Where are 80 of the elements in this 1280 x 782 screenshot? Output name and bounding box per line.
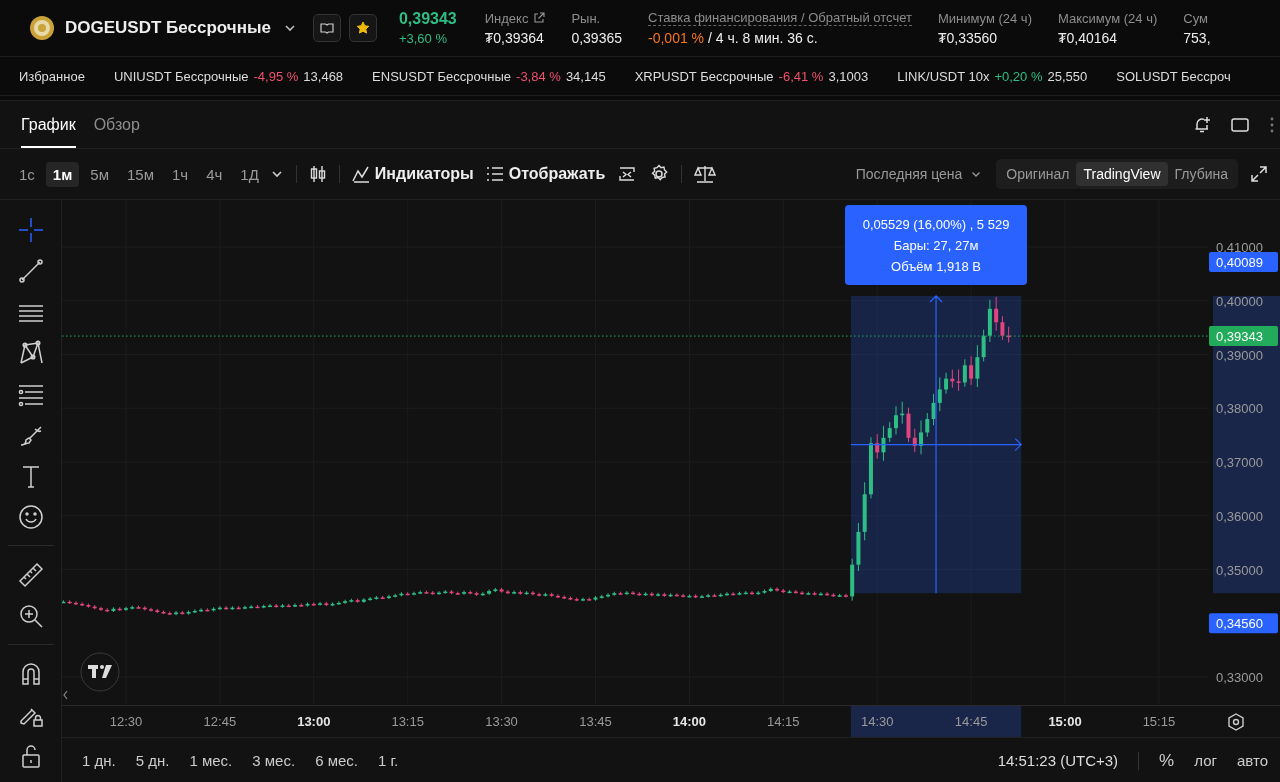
stat-value: ₮0,33560 bbox=[937, 29, 999, 46]
stat-value: 0,39365 bbox=[571, 29, 622, 46]
axis-label: 15:15 bbox=[1142, 714, 1176, 729]
stat-value: 753, bbox=[1183, 29, 1211, 46]
ticker-symbol[interactable]: XRPUSDT Бессрочные bbox=[634, 68, 774, 84]
tab[interactable]: График bbox=[21, 101, 76, 148]
axis-label: 0,38000 bbox=[1216, 401, 1263, 417]
axis-label: 13:00 bbox=[297, 714, 331, 729]
axis-label: 14:15 bbox=[767, 714, 800, 729]
axis-label: 13:30 bbox=[485, 714, 518, 729]
stat-value: ₮0,40164 bbox=[1058, 29, 1119, 46]
ticker-price: 13,468 bbox=[303, 68, 344, 84]
last-price: 0,39343 bbox=[398, 10, 457, 28]
countdown: / 4 ч. 8 мин. 36 с. bbox=[708, 30, 818, 46]
ticker-price: 25,550 bbox=[1047, 68, 1088, 84]
price-change: +3,60 % bbox=[398, 31, 448, 46]
measure-text: 0,05529 (16,00%) , 5 529 bbox=[862, 216, 1010, 232]
interval-button[interactable]: 1с bbox=[12, 161, 42, 187]
view-option[interactable]: TradingView bbox=[1076, 162, 1168, 186]
stat-label: Сум bbox=[1183, 10, 1208, 26]
axis-label: 0,33000 bbox=[1216, 670, 1263, 685]
ticker-change: -3,84 % bbox=[516, 68, 561, 84]
measure-text: Объём 1,918 B bbox=[891, 258, 981, 274]
interval-button[interactable]: 15м bbox=[119, 161, 161, 187]
ticker-symbol[interactable]: UNIUSDT Бессрочные bbox=[113, 68, 249, 84]
interval-button[interactable]: 5м bbox=[83, 161, 116, 187]
axis-label: 13:15 bbox=[391, 714, 424, 729]
percent-button[interactable]: % bbox=[1159, 750, 1175, 771]
favorites-label[interactable]: Избранное bbox=[19, 68, 85, 84]
tab[interactable]: Обзор bbox=[93, 101, 140, 148]
axis-label: 0,39000 bbox=[1216, 347, 1263, 363]
axis-label: 14:30 bbox=[860, 714, 894, 729]
view-option[interactable]: Оригинал bbox=[999, 162, 1077, 186]
interval-button[interactable]: 4ч bbox=[199, 161, 230, 187]
range-button[interactable]: 1 г. bbox=[377, 752, 399, 769]
clock-time: 14:51:23 (UTC+3) bbox=[997, 752, 1119, 769]
range-button[interactable]: 1 дн. bbox=[82, 752, 116, 769]
ticker-symbol[interactable]: SOLUSDT Бессроч bbox=[1116, 68, 1231, 84]
axis-label: 14:00 bbox=[672, 714, 707, 729]
stat-label: Рын. bbox=[571, 10, 601, 26]
interval-button[interactable]: 1ч bbox=[164, 161, 196, 187]
measure-text: Бары: 27, 27м bbox=[893, 237, 979, 253]
axis-label: 0,40000 bbox=[1216, 293, 1263, 309]
log-button[interactable]: лог bbox=[1194, 752, 1217, 769]
interval-button[interactable]: 1Д bbox=[233, 161, 266, 187]
ticker-change: +0,20 % bbox=[994, 68, 1043, 84]
axis-label: 0,36000 bbox=[1216, 508, 1263, 524]
axis-label: 0,37000 bbox=[1216, 455, 1263, 470]
price-source-dropdown[interactable]: Последняя цена bbox=[855, 166, 983, 182]
ticker-change: -4,95 % bbox=[253, 68, 299, 84]
axis-label: 12:45 bbox=[203, 714, 237, 729]
price-tag: 0,40089 bbox=[1209, 251, 1278, 272]
range-button[interactable]: 6 мес. bbox=[315, 752, 358, 769]
range-button[interactable]: 1 мес. bbox=[189, 752, 233, 769]
ticker-price: 3,1003 bbox=[828, 68, 869, 84]
display-button[interactable]: Отображать bbox=[485, 165, 606, 183]
ticker-price: 34,145 bbox=[565, 68, 606, 84]
axis-label: 12:30 bbox=[109, 714, 143, 729]
price-tag: 0,34560 bbox=[1209, 613, 1278, 634]
axis-label: 13:45 bbox=[579, 714, 612, 729]
axis-label: 15:00 bbox=[1048, 714, 1082, 729]
stat-label: Ставка финансирования / Обратный отсчет bbox=[648, 10, 912, 26]
interval-button[interactable]: 1м bbox=[45, 161, 80, 187]
ticker-symbol[interactable]: LINK/USDT 10x bbox=[897, 68, 990, 84]
stat-label: Максимум (24 ч) bbox=[1058, 10, 1158, 26]
symbol-title[interactable]: DOGEUSDT Бессрочные bbox=[65, 18, 271, 38]
view-option[interactable]: Глубина bbox=[1167, 162, 1235, 186]
range-button[interactable]: 5 дн. bbox=[135, 752, 170, 769]
ticker-symbol[interactable]: ENSUSDT Бессрочные bbox=[372, 68, 512, 84]
stat-label: Минимум (24 ч) bbox=[937, 10, 1032, 26]
axis-label: 14:45 bbox=[954, 714, 988, 729]
auto-button[interactable]: авто bbox=[1236, 752, 1268, 769]
stat-value: ₮0,39364 bbox=[484, 29, 545, 46]
range-button[interactable]: 3 мес. bbox=[252, 752, 296, 769]
funding-rate: -0,001 % bbox=[648, 30, 705, 46]
indicators-button[interactable]: Индикаторы bbox=[351, 165, 474, 183]
stat-label: Индекс bbox=[484, 10, 529, 26]
ticker-change: -6,41 % bbox=[778, 68, 824, 84]
axis-label: 0,35000 bbox=[1216, 562, 1263, 578]
price-tag: 0,39343 bbox=[1209, 326, 1278, 347]
